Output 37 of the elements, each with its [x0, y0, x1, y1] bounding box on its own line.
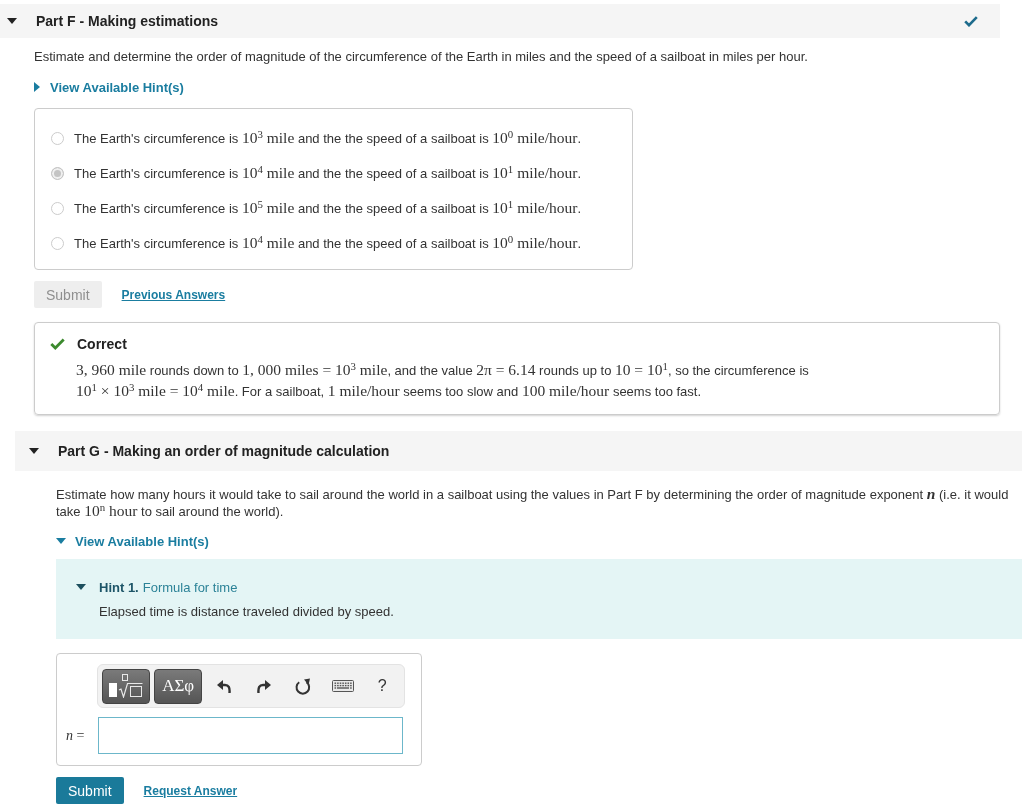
keyboard-icon[interactable]: [331, 680, 354, 692]
option-text: The Earth's circumference is 10$^{3}$ mile and the the speed of a sailboat is 10$^{0}$ mile/hour.: [74, 129, 582, 147]
part-header[interactable]: Part G - Making an order of magnitude calculation: [15, 431, 1022, 471]
help-button[interactable]: ?: [377, 677, 387, 695]
radical-template-icon: [109, 674, 144, 698]
caret-icon[interactable]: [29, 448, 39, 454]
redo-icon[interactable]: [256, 679, 271, 693]
part-title: Part F - Making estimations: [36, 13, 219, 29]
templates-button[interactable]: [102, 668, 151, 704]
text-link[interactable]: Request Answer: [143, 783, 238, 798]
radio-button[interactable]: [51, 166, 64, 180]
answer-input[interactable]: [98, 717, 403, 754]
feedback-title: Correct: [77, 336, 127, 352]
option-text: The Earth's circumference is 10$^{4}$ mile and the the speed of a sailboat is 10$^{0}$ mile/hour.: [74, 234, 582, 252]
caret-icon[interactable]: [76, 584, 86, 590]
undo-icon[interactable]: [217, 679, 231, 693]
reset-icon[interactable]: [295, 677, 312, 695]
radio-button[interactable]: [51, 236, 64, 250]
hint-toggle[interactable]: Hint 1. Formula for time: [76, 579, 238, 595]
hints-toggle[interactable]: View Available Hint(s): [56, 533, 209, 549]
text-link[interactable]: Previous Answers: [121, 287, 226, 302]
submit-button[interactable]: Submit: [56, 777, 124, 804]
feedback-text: 3, 960 mile rounds down to 1, 000 miles = 10$^{3}$ mile, and the value 2π = 6.14 rounds up to 10 = 10$^{1}$, so the circumference is 10$^{1}$ × 10$^{3}$ mile = 10$^{4}$ mile. For a sailboat, 1 mile/hour seems too slow and 100 mile/hour seems too fast.: [76, 360, 810, 401]
question-text: Estimate how many hours it would take to sail around the world in a sailboat using the values in Part F by determining the order of magnitude exponent n (i.e. it would take 10$^{n}$ hour to sail around the world).: [56, 486, 1010, 520]
symbols-button[interactable]: ΑΣφ: [154, 668, 203, 704]
caret-icon[interactable]: [7, 18, 17, 24]
check-icon: [50, 338, 65, 350]
hint-text: Elapsed time is distance traveled divided by speed.: [99, 604, 395, 620]
part-header[interactable]: Part F - Making estimations: [0, 4, 1000, 38]
option-text: The Earth's circumference is 10$^{5}$ mile and the the speed of a sailboat is 10$^{1}$ mile/hour.: [74, 199, 582, 217]
part-title: Part G - Making an order of magnitude calculation: [58, 443, 390, 459]
radio-button[interactable]: [51, 201, 64, 215]
hints-toggle[interactable]: View Available Hint(s): [34, 79, 184, 95]
question-text: Estimate and determine the order of magnitude of the circumference of the Earth in miles and the speed of a sailboat in miles per hour.: [34, 49, 809, 65]
variable-label: n =: [66, 727, 86, 744]
radio-button[interactable]: [51, 131, 64, 145]
option-text: The Earth's circumference is 10$^{4}$ mile and the the speed of a sailboat is 10$^{1}$ mile/hour.: [74, 164, 582, 182]
